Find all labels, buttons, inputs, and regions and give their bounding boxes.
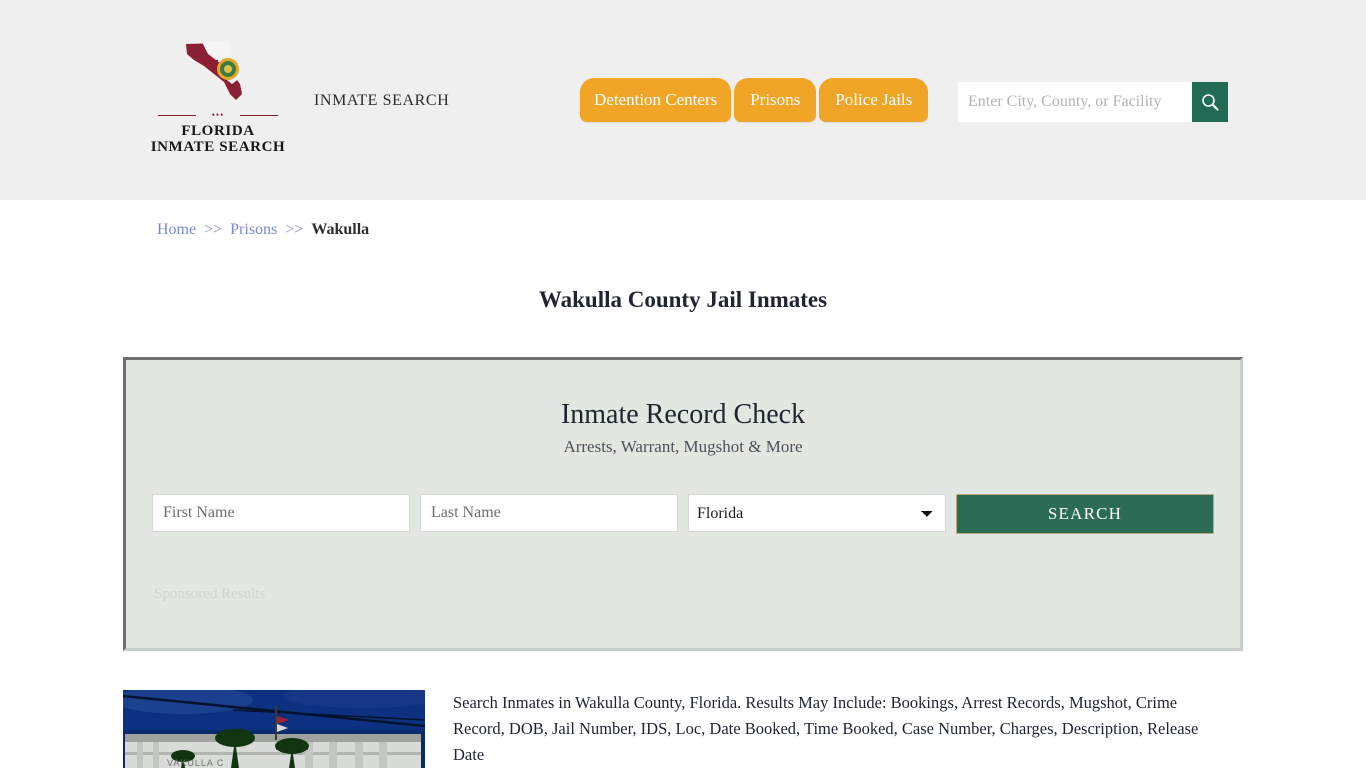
breadcrumb-current: Wakulla bbox=[311, 221, 370, 238]
nav-item-detention-centers[interactable]: Detention Centers bbox=[580, 78, 732, 122]
breadcrumb: Home >> Prisons >> Wakulla bbox=[157, 221, 369, 239]
header-inner: ••• FLORIDA INMATE SEARCH INMATE SEARCH … bbox=[0, 0, 1366, 200]
facility-thumbnail: VAKULLA C bbox=[123, 690, 425, 768]
florida-state-map-icon bbox=[186, 41, 242, 100]
header-search-input[interactable] bbox=[958, 82, 1192, 122]
breadcrumb-separator-1: >> bbox=[204, 221, 223, 238]
logo-dots: ••• bbox=[211, 110, 225, 120]
nav-item-police-jails[interactable]: Police Jails bbox=[819, 78, 929, 122]
facility-summary: VAKULLA C Search Inmates in Wakulla Coun… bbox=[123, 690, 1243, 768]
breadcrumb-home[interactable]: Home bbox=[157, 221, 196, 238]
facility-description: Search Inmates in Wakulla County, Florid… bbox=[453, 693, 1199, 764]
svg-text:VAKULLA C: VAKULLA C bbox=[167, 758, 224, 768]
panel-subtitle: Arrests, Warrant, Mugshot & More bbox=[563, 437, 803, 456]
logo-divider: ••• bbox=[158, 110, 278, 120]
inmate-record-check-panel: Inmate Record Check Arrests, Warrant, Mu… bbox=[123, 357, 1243, 651]
state-select[interactable]: Florida bbox=[688, 494, 946, 532]
header-search-button[interactable] bbox=[1192, 82, 1228, 122]
primary-nav: Detention Centers Prisons Police Jails bbox=[580, 78, 931, 124]
breadcrumb-prisons[interactable]: Prisons bbox=[230, 221, 277, 238]
logo-line-1: FLORIDA bbox=[181, 123, 255, 139]
panel-title: Inmate Record Check bbox=[560, 399, 806, 430]
page-title: Wakulla County Jail Inmates bbox=[538, 287, 828, 313]
logo-line-2: INMATE SEARCH bbox=[150, 139, 286, 155]
last-name-input[interactable] bbox=[420, 494, 678, 532]
site-tagline: INMATE SEARCH bbox=[314, 92, 450, 109]
header-search bbox=[958, 82, 1228, 122]
courthouse-photo-icon: VAKULLA C bbox=[123, 690, 425, 768]
record-check-search-button[interactable]: SEARCH bbox=[956, 494, 1214, 534]
record-check-form: Florida SEARCH bbox=[152, 494, 1218, 534]
search-icon bbox=[1202, 94, 1219, 111]
site-header: ••• FLORIDA INMATE SEARCH INMATE SEARCH … bbox=[0, 0, 1366, 200]
nav-item-prisons[interactable]: Prisons bbox=[734, 78, 817, 122]
sponsored-results-label: Sponsored Results bbox=[154, 586, 266, 602]
first-name-input[interactable] bbox=[152, 494, 410, 532]
breadcrumb-separator-2: >> bbox=[285, 221, 304, 238]
site-logo[interactable]: ••• FLORIDA INMATE SEARCH bbox=[148, 36, 288, 155]
